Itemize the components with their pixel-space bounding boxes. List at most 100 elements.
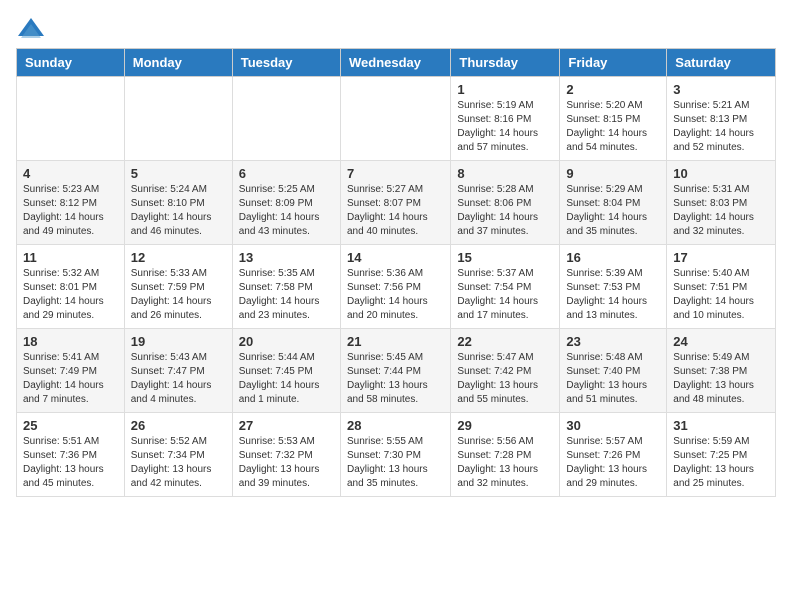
calendar-cell: 20Sunrise: 5:44 AM Sunset: 7:45 PM Dayli… <box>232 329 340 413</box>
day-info: Sunrise: 5:52 AM Sunset: 7:34 PM Dayligh… <box>131 435 226 491</box>
calendar-cell: 27 Sunrise: 5:53 AM Sunset: 7:32 PM Dayli… <box>232 413 340 497</box>
day-info: Sunrise: 5:43 AM Sunset: 7:47 PM Dayligh… <box>131 351 226 407</box>
weekday-header: Thursday <box>451 49 560 77</box>
logo <box>16 16 50 40</box>
day-info: Sunrise: 5:20 AM Sunset: 8:15 PM Dayligh… <box>566 99 660 155</box>
calendar-cell: 30 Sunrise: 5:57 AM Sunset: 7:26 PM Dayli… <box>560 413 667 497</box>
day-number: 29 <box>457 418 553 433</box>
calendar-cell: 9 Sunrise: 5:29 AM Sunset: 8:04 PM Daylig… <box>560 161 667 245</box>
calendar-week-row: 25Sunrise: 5:51 AM Sunset: 7:36 PM Dayli… <box>17 413 776 497</box>
calendar-cell: 18 Sunrise: 5:41 AM Sunset: 7:49 PM Dayli… <box>17 329 125 413</box>
day-number: 25 <box>23 418 118 433</box>
day-info: Sunrise: 5:49 AM Sunset: 7:38 PM Dayligh… <box>673 351 769 407</box>
day-number: 6 <box>239 166 334 181</box>
calendar-cell <box>124 77 232 161</box>
calendar-cell: 26 Sunrise: 5:52 AM Sunset: 7:34 PM Dayli… <box>124 413 232 497</box>
calendar-cell <box>232 77 340 161</box>
calendar-cell: 14 Sunrise: 5:36 AM Sunset: 7:56 PM Dayli… <box>340 245 450 329</box>
calendar-cell: 3 Sunrise: 5:21 AM Sunset: 8:13 PM Daylig… <box>667 77 776 161</box>
day-info: Sunrise: 5:41 AM Sunset: 7:49 PM Dayligh… <box>23 351 118 407</box>
calendar-week-row: 18 Sunrise: 5:41 AM Sunset: 7:49 PM Dayli… <box>17 329 776 413</box>
day-info: Sunrise: 5:47 AM Sunset: 7:42 PM Dayligh… <box>457 351 553 407</box>
day-number: 7 <box>347 166 444 181</box>
day-info: Sunrise: 5:48 AM Sunset: 7:40 PM Dayligh… <box>566 351 660 407</box>
calendar-cell: 2 Sunrise: 5:20 AM Sunset: 8:15 PM Daylig… <box>560 77 667 161</box>
calendar-table: SundayMondayTuesdayWednesdayThursdayFrid… <box>16 48 776 497</box>
day-number: 31 <box>673 418 769 433</box>
calendar-cell: 22 Sunrise: 5:47 AM Sunset: 7:42 PM Dayli… <box>451 329 560 413</box>
day-info: Sunrise: 5:33 AM Sunset: 7:59 PM Dayligh… <box>131 267 226 323</box>
day-number: 18 <box>23 334 118 349</box>
calendar-cell <box>17 77 125 161</box>
day-info: Sunrise: 5:53 AM Sunset: 7:32 PM Dayligh… <box>239 435 334 491</box>
page-header <box>16 16 776 40</box>
calendar-cell: 29 Sunrise: 5:56 AM Sunset: 7:28 PM Dayli… <box>451 413 560 497</box>
day-number: 14 <box>347 250 444 265</box>
calendar-cell: 31 Sunrise: 5:59 AM Sunset: 7:25 PM Dayli… <box>667 413 776 497</box>
day-info: Sunrise: 5:32 AM Sunset: 8:01 PM Dayligh… <box>23 267 118 323</box>
day-number: 13 <box>239 250 334 265</box>
calendar-cell: 16 Sunrise: 5:39 AM Sunset: 7:53 PM Dayli… <box>560 245 667 329</box>
weekday-header: Wednesday <box>340 49 450 77</box>
calendar-cell: 6 Sunrise: 5:25 AM Sunset: 8:09 PM Daylig… <box>232 161 340 245</box>
day-number: 28 <box>347 418 444 433</box>
day-info: Sunrise: 5:28 AM Sunset: 8:06 PM Dayligh… <box>457 183 553 239</box>
calendar-cell: 1Sunrise: 5:19 AM Sunset: 8:16 PM Daylig… <box>451 77 560 161</box>
calendar-week-row: 1Sunrise: 5:19 AM Sunset: 8:16 PM Daylig… <box>17 77 776 161</box>
calendar-cell: 5Sunrise: 5:24 AM Sunset: 8:10 PM Daylig… <box>124 161 232 245</box>
calendar-cell: 25Sunrise: 5:51 AM Sunset: 7:36 PM Dayli… <box>17 413 125 497</box>
calendar-week-row: 11Sunrise: 5:32 AM Sunset: 8:01 PM Dayli… <box>17 245 776 329</box>
day-info: Sunrise: 5:25 AM Sunset: 8:09 PM Dayligh… <box>239 183 334 239</box>
weekday-header: Monday <box>124 49 232 77</box>
day-number: 22 <box>457 334 553 349</box>
calendar-cell: 17 Sunrise: 5:40 AM Sunset: 7:51 PM Dayli… <box>667 245 776 329</box>
day-number: 8 <box>457 166 553 181</box>
day-info: Sunrise: 5:57 AM Sunset: 7:26 PM Dayligh… <box>566 435 660 491</box>
day-number: 3 <box>673 82 769 97</box>
day-info: Sunrise: 5:59 AM Sunset: 7:25 PM Dayligh… <box>673 435 769 491</box>
weekday-header: Tuesday <box>232 49 340 77</box>
day-number: 4 <box>23 166 118 181</box>
day-info: Sunrise: 5:39 AM Sunset: 7:53 PM Dayligh… <box>566 267 660 323</box>
day-info: Sunrise: 5:55 AM Sunset: 7:30 PM Dayligh… <box>347 435 444 491</box>
day-number: 17 <box>673 250 769 265</box>
calendar-cell: 13 Sunrise: 5:35 AM Sunset: 7:58 PM Dayli… <box>232 245 340 329</box>
calendar-header-row: SundayMondayTuesdayWednesdayThursdayFrid… <box>17 49 776 77</box>
day-info: Sunrise: 5:40 AM Sunset: 7:51 PM Dayligh… <box>673 267 769 323</box>
day-number: 10 <box>673 166 769 181</box>
calendar-cell: 10Sunrise: 5:31 AM Sunset: 8:03 PM Dayli… <box>667 161 776 245</box>
day-info: Sunrise: 5:45 AM Sunset: 7:44 PM Dayligh… <box>347 351 444 407</box>
day-number: 26 <box>131 418 226 433</box>
day-info: Sunrise: 5:29 AM Sunset: 8:04 PM Dayligh… <box>566 183 660 239</box>
calendar-cell: 4Sunrise: 5:23 AM Sunset: 8:12 PM Daylig… <box>17 161 125 245</box>
calendar-cell: 23 Sunrise: 5:48 AM Sunset: 7:40 PM Dayli… <box>560 329 667 413</box>
calendar-cell: 7 Sunrise: 5:27 AM Sunset: 8:07 PM Daylig… <box>340 161 450 245</box>
day-info: Sunrise: 5:35 AM Sunset: 7:58 PM Dayligh… <box>239 267 334 323</box>
day-number: 16 <box>566 250 660 265</box>
day-number: 23 <box>566 334 660 349</box>
day-number: 9 <box>566 166 660 181</box>
day-number: 1 <box>457 82 553 97</box>
day-number: 27 <box>239 418 334 433</box>
day-number: 2 <box>566 82 660 97</box>
day-info: Sunrise: 5:36 AM Sunset: 7:56 PM Dayligh… <box>347 267 444 323</box>
calendar-cell: 28 Sunrise: 5:55 AM Sunset: 7:30 PM Dayli… <box>340 413 450 497</box>
calendar-cell: 19Sunrise: 5:43 AM Sunset: 7:47 PM Dayli… <box>124 329 232 413</box>
day-number: 24 <box>673 334 769 349</box>
weekday-header: Friday <box>560 49 667 77</box>
calendar-week-row: 4Sunrise: 5:23 AM Sunset: 8:12 PM Daylig… <box>17 161 776 245</box>
weekday-header: Sunday <box>17 49 125 77</box>
calendar-cell: 11Sunrise: 5:32 AM Sunset: 8:01 PM Dayli… <box>17 245 125 329</box>
day-number: 30 <box>566 418 660 433</box>
day-info: Sunrise: 5:21 AM Sunset: 8:13 PM Dayligh… <box>673 99 769 155</box>
day-info: Sunrise: 5:37 AM Sunset: 7:54 PM Dayligh… <box>457 267 553 323</box>
day-info: Sunrise: 5:56 AM Sunset: 7:28 PM Dayligh… <box>457 435 553 491</box>
day-number: 12 <box>131 250 226 265</box>
day-number: 15 <box>457 250 553 265</box>
weekday-header: Saturday <box>667 49 776 77</box>
calendar-cell: 15 Sunrise: 5:37 AM Sunset: 7:54 PM Dayli… <box>451 245 560 329</box>
day-number: 21 <box>347 334 444 349</box>
day-number: 5 <box>131 166 226 181</box>
calendar-cell: 8 Sunrise: 5:28 AM Sunset: 8:06 PM Daylig… <box>451 161 560 245</box>
day-info: Sunrise: 5:27 AM Sunset: 8:07 PM Dayligh… <box>347 183 444 239</box>
